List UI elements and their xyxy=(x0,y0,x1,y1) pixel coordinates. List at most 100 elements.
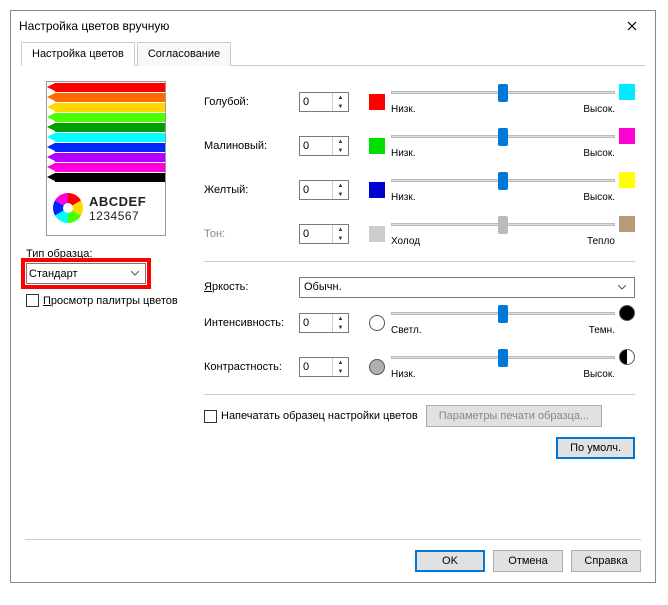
sample-type-dropdown[interactable]: Стандарт xyxy=(26,263,146,284)
magenta-slider-area: Низк.Высок. xyxy=(391,128,635,164)
yellow-slider-thumb[interactable] xyxy=(498,172,508,190)
yellow-low-swatch xyxy=(369,182,385,198)
chevron-down-icon xyxy=(127,271,143,276)
tone-low-swatch xyxy=(369,226,385,242)
magenta-low-label: Низк. xyxy=(391,148,416,159)
tab-bar: Настройка цветов Согласование xyxy=(21,41,645,66)
yellow-slider-area: Низк. Высок. xyxy=(391,172,635,208)
cyan-spin-up[interactable] xyxy=(333,93,348,102)
yellow-value[interactable]: 0 xyxy=(300,181,332,199)
chevron-down-icon xyxy=(614,285,630,290)
ok-button[interactable]: OK xyxy=(415,550,485,572)
brightness-row: Яркость: Обычн. xyxy=(204,272,635,302)
tone-value[interactable]: 0 xyxy=(300,225,332,243)
contrast-spin-up[interactable] xyxy=(333,358,348,367)
contrast-value[interactable]: 0 xyxy=(300,358,332,376)
intensity-high-label: Темн. xyxy=(589,325,615,336)
yellow-spinner[interactable]: 0 xyxy=(299,180,349,200)
print-sample-checkbox-row[interactable]: Напечатать образец настройки цветов xyxy=(204,410,418,423)
close-button[interactable] xyxy=(617,14,647,38)
yellow-high-label: Высок. xyxy=(583,192,615,203)
right-column: Голубой: 0 Низк. Высок. Малиновый: 0 Низк… xyxy=(204,81,635,459)
help-button[interactable]: Справка xyxy=(571,550,641,572)
palette-checkbox[interactable] xyxy=(26,294,39,307)
print-params-button[interactable]: Параметры печати образца... xyxy=(426,405,602,427)
palette-checkbox-row[interactable]: Просмотр палитры цветов xyxy=(26,294,186,307)
tab-color-settings[interactable]: Настройка цветов xyxy=(21,42,135,66)
cyan-slider-thumb[interactable] xyxy=(498,84,508,102)
magenta-label: Малиновый: xyxy=(204,140,299,152)
yellow-high-swatch xyxy=(619,172,635,188)
cyan-value[interactable]: 0 xyxy=(300,93,332,111)
contrast-spinner[interactable]: 0 xyxy=(299,357,349,377)
tone-spin-up[interactable] xyxy=(333,225,348,234)
preview-abc: ABCDEF xyxy=(89,194,146,209)
yellow-low-label: Низк. xyxy=(391,192,416,203)
tone-spinner[interactable]: 0 xyxy=(299,224,349,244)
contrast-high-label: Высок. xyxy=(583,369,615,380)
intensity-value[interactable]: 0 xyxy=(300,314,332,332)
magenta-spin-up[interactable] xyxy=(333,137,348,146)
magenta-slider-thumb[interactable] xyxy=(498,128,508,146)
tone-high-label: Тепло xyxy=(587,236,615,247)
cyan-high-swatch xyxy=(619,84,635,100)
intensity-slider-area: Светл.Темн. xyxy=(391,305,635,341)
tone-slider-thumb[interactable] xyxy=(498,216,508,234)
tone-spin-down[interactable] xyxy=(333,234,348,243)
preview-image: ABCDEF 1234567 xyxy=(46,81,166,236)
bottom-options: Напечатать образец настройки цветов Пара… xyxy=(204,405,635,427)
intensity-slider-thumb[interactable] xyxy=(498,305,508,323)
contrast-high-swatch xyxy=(619,349,635,365)
cancel-button[interactable]: Отмена xyxy=(493,550,563,572)
tone-label: Тон: xyxy=(204,228,299,240)
intensity-spinner[interactable]: 0 xyxy=(299,313,349,333)
divider xyxy=(204,394,635,395)
dialog: Настройка цветов вручную Настройка цвето… xyxy=(10,10,656,583)
cyan-row: Голубой: 0 Низк. Высок. xyxy=(204,81,635,123)
palette-checkbox-label: Просмотр палитры цветов xyxy=(43,295,178,307)
cyan-spin-down[interactable] xyxy=(333,102,348,111)
yellow-label: Желтый: xyxy=(204,184,299,196)
magenta-spinner[interactable]: 0 xyxy=(299,136,349,156)
magenta-spin-down[interactable] xyxy=(333,146,348,155)
brightness-label: Яркость: xyxy=(204,281,299,293)
magenta-value[interactable]: 0 xyxy=(300,137,332,155)
contrast-row: Контрастность: 0 Низк. Высок. xyxy=(204,346,635,388)
dialog-title: Настройка цветов вручную xyxy=(19,19,169,33)
yellow-spin-down[interactable] xyxy=(333,190,348,199)
default-button[interactable]: По умолч. xyxy=(556,437,635,459)
color-wheel-icon xyxy=(51,191,85,225)
tone-high-swatch xyxy=(619,216,635,232)
contrast-slider-thumb[interactable] xyxy=(498,349,508,367)
titlebar: Настройка цветов вручную xyxy=(11,11,655,41)
cyan-low-label: Низк. xyxy=(391,104,416,115)
contrast-low-swatch xyxy=(369,359,385,375)
sample-type-label: Тип образца: xyxy=(26,248,186,260)
intensity-label: Интенсивность: xyxy=(204,317,299,329)
contrast-low-label: Низк. xyxy=(391,369,416,380)
contrast-spin-down[interactable] xyxy=(333,367,348,376)
intensity-spin-down[interactable] xyxy=(333,323,348,332)
close-icon xyxy=(627,21,637,31)
intensity-low-swatch xyxy=(369,315,385,331)
cyan-label: Голубой: xyxy=(204,96,299,108)
tone-slider-area: ХолодТепло xyxy=(391,216,635,252)
print-sample-label: Напечатать образец настройки цветов xyxy=(221,410,418,422)
magenta-high-swatch xyxy=(619,128,635,144)
brightness-dropdown[interactable]: Обычн. xyxy=(299,277,635,298)
tab-matching[interactable]: Согласование xyxy=(137,42,231,66)
contrast-label: Контрастность: xyxy=(204,361,299,373)
cyan-high-label: Высок. xyxy=(583,104,615,115)
intensity-high-swatch xyxy=(619,305,635,321)
dialog-buttons: OK Отмена Справка xyxy=(25,539,641,572)
yellow-spin-up[interactable] xyxy=(333,181,348,190)
preview-bottom: ABCDEF 1234567 xyxy=(47,182,165,234)
default-row: По умолч. xyxy=(204,437,635,459)
cyan-spinner[interactable]: 0 xyxy=(299,92,349,112)
divider xyxy=(204,261,635,262)
content: ABCDEF 1234567 Тип образца: Стандарт Про… xyxy=(11,66,655,474)
contrast-slider-area: Низк. Высок. xyxy=(391,349,635,385)
intensity-spin-up[interactable] xyxy=(333,314,348,323)
cyan-slider-area: Низк. Высок. xyxy=(391,84,635,120)
print-sample-checkbox[interactable] xyxy=(204,410,217,423)
